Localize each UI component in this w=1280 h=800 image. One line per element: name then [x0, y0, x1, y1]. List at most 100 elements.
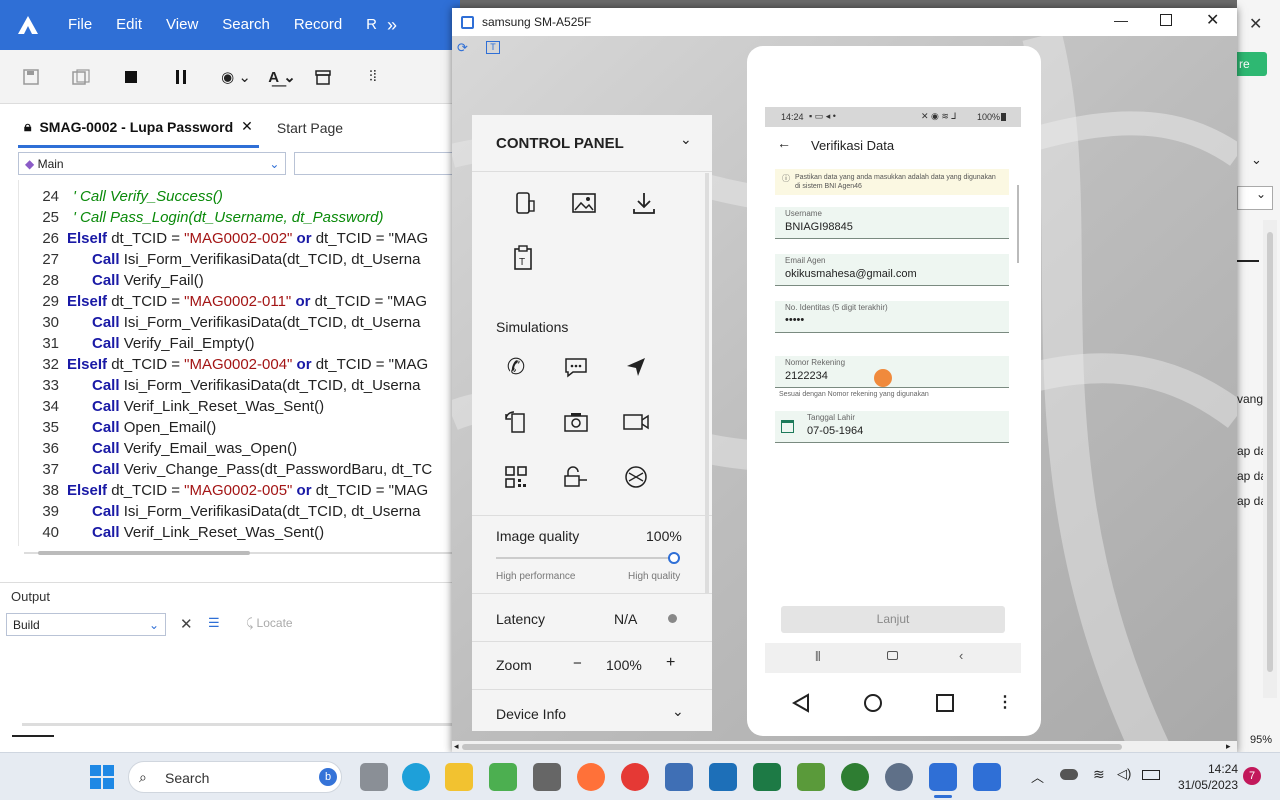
app-logo-icon[interactable] [0, 0, 56, 50]
close-tab-icon[interactable]: ✕ [241, 118, 253, 135]
menu-view[interactable]: View [154, 0, 210, 50]
home-icon[interactable] [887, 651, 898, 660]
dropdown[interactable]: ⌄ [1237, 186, 1273, 210]
zoom-in-button[interactable]: + [666, 654, 675, 672]
location-icon[interactable] [606, 339, 666, 394]
download-icon[interactable] [614, 175, 674, 230]
screenshot-image-icon[interactable] [554, 175, 614, 230]
username-field[interactable]: Username BNIAGI98845 [775, 207, 1009, 239]
minimize-icon[interactable]: — [1114, 12, 1128, 28]
maximize-icon[interactable] [1160, 14, 1172, 26]
ide-taskbar-icon[interactable] [973, 763, 1001, 791]
clock-date[interactable]: 31/05/2023 [1172, 778, 1238, 792]
spreadsheet-icon[interactable] [797, 763, 825, 791]
output-source-select[interactable]: Build ⌄ [6, 613, 166, 636]
account-number-field[interactable]: Nomor Rekening 2122234 [775, 356, 1009, 388]
code-line[interactable]: 25 ' Call Pass_Login(dt_Username, dt_Pass… [19, 207, 460, 228]
start-icon[interactable] [90, 765, 114, 789]
video-camera-icon[interactable] [606, 394, 666, 449]
chrome-icon[interactable] [621, 763, 649, 791]
edge-icon[interactable] [402, 763, 430, 791]
panel-scrollbar[interactable] [705, 173, 709, 593]
step-icon[interactable]: ⫶⁞ [358, 62, 388, 92]
settings-icon[interactable] [885, 763, 913, 791]
device-home-icon[interactable] [863, 693, 883, 713]
chevron-down-icon[interactable]: ⌄ [680, 131, 692, 148]
image-quality-slider[interactable] [496, 551, 680, 565]
code-line[interactable]: 40 Call Verif_Link_Reset_Was_Sent() [19, 522, 460, 543]
back-arrow-icon[interactable]: ← [777, 135, 791, 151]
horizontal-scrollbar[interactable] [24, 548, 454, 558]
device-overview-icon[interactable] [936, 694, 954, 712]
email-field[interactable]: Email Agen okikusmahesa@gmail.com [775, 254, 1009, 286]
archive-icon[interactable] [308, 62, 338, 92]
fingerprint-unlock-icon[interactable] [546, 449, 606, 504]
snipping-tool-icon[interactable] [533, 763, 561, 791]
file-explorer-icon[interactable] [445, 763, 473, 791]
procedure-combo[interactable]: ◆ Main ⌄ [18, 152, 287, 175]
chevron-down-icon[interactable]: ⌄ [1251, 152, 1262, 168]
code-editor[interactable]: 24 ' Call Verify_Success() 25 ' Call Pass_L… [18, 180, 460, 546]
emulator-taskbar-icon[interactable] [929, 763, 957, 791]
clipboard-text-icon[interactable]: T [494, 230, 554, 285]
code-line[interactable]: 24 ' Call Verify_Success() [19, 186, 460, 207]
onedrive-icon[interactable] [1060, 769, 1078, 780]
save-icon[interactable] [16, 62, 46, 92]
network-throttle-icon[interactable] [606, 449, 666, 504]
close-icon[interactable]: ✕ [1249, 14, 1262, 34]
save-all-icon[interactable] [66, 62, 96, 92]
close-window-icon[interactable]: ✕ [1206, 10, 1219, 30]
sms-icon[interactable] [546, 339, 606, 394]
code-line[interactable]: 29 ElseIf dt_TCID = "MAG0002-011" or dt_T… [19, 291, 460, 312]
code-line[interactable]: 36 Call Verify_Email_was_Open() [19, 438, 460, 459]
task-view-icon[interactable] [360, 763, 388, 791]
record-mode-icon[interactable]: ◉ ⌄ [216, 62, 256, 92]
camera-icon[interactable] [546, 394, 606, 449]
menu-record[interactable]: Record [282, 0, 354, 50]
tab-smag-0002[interactable]: 🔒︎ SMAG-0002 - Lupa Password ✕ [18, 108, 259, 148]
chevron-up-icon[interactable]: ︿ [1031, 767, 1044, 786]
qr-code-icon[interactable] [486, 449, 546, 504]
chevron-double-right-icon[interactable]: » [381, 15, 403, 36]
notepad-icon[interactable] [489, 763, 517, 791]
text-recognition-icon[interactable]: A͟ ⌄ [262, 62, 302, 92]
device-more-icon[interactable]: ⋮ [997, 692, 1013, 712]
code-line[interactable]: 39 Call Isi_Form_VerifikasiData(dt_TCID, … [19, 501, 460, 522]
taskbar-search[interactable]: ⌕ Search b [128, 761, 342, 793]
member-combo[interactable] [294, 152, 460, 175]
code-line[interactable]: 38 ElseIf dt_TCID = "MAG0002-005" or dt_T… [19, 480, 460, 501]
vertical-scrollbar[interactable] [1263, 220, 1277, 698]
rotate-device-icon[interactable] [494, 175, 554, 230]
tab-start-page[interactable]: Start Page [271, 108, 349, 148]
hs-app-icon[interactable] [841, 763, 869, 791]
birth-date-field[interactable]: Tanggal Lahir 07-05-1964 [775, 411, 1009, 443]
back-icon[interactable]: ‹ [959, 648, 963, 663]
recents-icon[interactable]: ⦀ [815, 649, 821, 665]
phone-call-icon[interactable]: ✆ [486, 339, 546, 394]
menu-edit[interactable]: Edit [104, 0, 154, 50]
code-line[interactable]: 37 Call Veriv_Change_Pass(dt_PasswordBaru… [19, 459, 460, 480]
code-line[interactable]: 35 Call Open_Email() [19, 417, 460, 438]
menu-search[interactable]: Search [210, 0, 282, 50]
notification-badge[interactable]: 7 [1243, 767, 1261, 785]
scroll-left-icon[interactable]: ◂ [454, 741, 459, 752]
continue-button[interactable]: Lanjut [781, 606, 1005, 633]
volume-icon[interactable]: ◁) [1117, 766, 1131, 782]
code-line[interactable]: 27 Call Isi_Form_VerifikasiData(dt_TCID, … [19, 249, 460, 270]
pause-icon[interactable] [166, 62, 196, 92]
stop-icon[interactable] [116, 62, 146, 92]
code-line[interactable]: 32 ElseIf dt_TCID = "MAG0002-004" or dt_T… [19, 354, 460, 375]
identity-number-field[interactable]: No. Identitas (5 digit terakhir) ••••• [775, 301, 1009, 333]
device-info-label[interactable]: Device Info [496, 706, 566, 722]
phone-screen[interactable]: 14:24 ▪ ▭ ◂ • ✕ ◉ ≋ ⅃ 100% ← Verifikasi … [765, 107, 1021, 673]
code-line[interactable]: 26 ElseIf dt_TCID = "MAG0002-002" or dt_T… [19, 228, 460, 249]
code-line[interactable]: 30 Call Isi_Form_VerifikasiData(dt_TCID, … [19, 312, 460, 333]
network-app-icon[interactable] [665, 763, 693, 791]
locate-button[interactable]: ⤹ Locate [246, 616, 293, 631]
cloud-app-icon[interactable] [709, 763, 737, 791]
slider-thumb[interactable] [668, 552, 680, 564]
clear-output-icon[interactable]: ✕ [180, 615, 193, 633]
code-line[interactable]: 33 Call Isi_Form_VerifikasiData(dt_TCID, … [19, 375, 460, 396]
excel-icon[interactable] [753, 763, 781, 791]
code-line[interactable]: 28 Call Verify_Fail() [19, 270, 460, 291]
